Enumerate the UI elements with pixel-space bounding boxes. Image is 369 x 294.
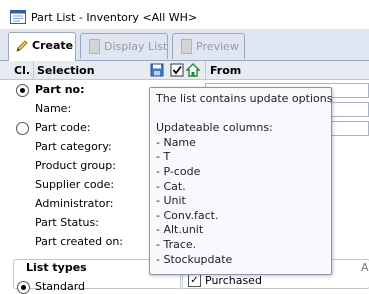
purchased-checkbox[interactable]: ✓ — [188, 274, 201, 287]
header-from: From — [210, 64, 242, 77]
tab-create-label: Create — [32, 39, 74, 52]
save-icon[interactable] — [150, 63, 164, 77]
tab-create[interactable]: Create — [8, 32, 76, 61]
tooltip-column-item: - Unit — [156, 194, 186, 208]
part-code-radio[interactable] — [16, 122, 29, 135]
tooltip-column-list: - Name - T - P-code - Cat. - Unit - Conv… — [156, 136, 325, 267]
header-selection: Selection — [37, 64, 95, 77]
preview-icon — [181, 39, 192, 54]
app-window-icon — [10, 10, 26, 24]
part-status-label: Part Status: — [35, 216, 99, 229]
tab-preview-label: Preview — [196, 40, 239, 53]
tooltip-column-item: - Trace. — [156, 237, 197, 251]
tooltip-column-item: - Conv.fact. — [156, 208, 219, 222]
part-no-radio[interactable] — [16, 84, 29, 97]
administrator-label: Administrator: — [35, 197, 114, 210]
update-options-tooltip: The list contains update options Updatea… — [149, 87, 332, 275]
supplier-code-label: Supplier code: — [35, 178, 115, 191]
pencil-icon — [15, 39, 29, 53]
tooltip-column-item: - Cat. — [156, 179, 186, 193]
part-list-window: Part List - Inventory <All WH> Create Di… — [0, 0, 369, 294]
checkbox-icon[interactable] — [170, 63, 184, 77]
header-separator — [205, 61, 206, 80]
header-cl: Cl. — [14, 64, 31, 77]
options-group-title: A — [361, 261, 369, 274]
name-label: Name: — [35, 102, 72, 115]
part-created-on-label: Part created on: — [35, 235, 124, 248]
tooltip-column-item: - Alt.unit — [156, 223, 204, 237]
tab-preview[interactable]: Preview — [172, 33, 245, 59]
tab-display-list[interactable]: Display List — [80, 33, 168, 59]
standard-radio[interactable] — [17, 281, 30, 294]
tooltip-column-item: - Name — [156, 135, 196, 149]
tooltip-column-item: - Stockupdate — [156, 252, 233, 266]
tooltip-intro: The list contains update options — [156, 92, 333, 105]
part-code-label: Part code: — [35, 121, 91, 134]
list-icon — [89, 39, 100, 54]
part-category-label: Part category: — [35, 140, 112, 153]
window-title: Part List - Inventory <All WH> — [31, 11, 198, 24]
list-types-title: List types — [24, 261, 89, 274]
tooltip-column-item: - P-code — [156, 164, 201, 178]
grid-header: Cl. Selection From — [0, 61, 369, 80]
tooltip-spacer — [156, 107, 325, 122]
header-separator — [33, 61, 34, 80]
purchased-label: Purchased — [205, 274, 262, 287]
tab-display-list-label: Display List — [104, 40, 168, 53]
house-icon[interactable] — [185, 63, 201, 77]
tooltip-column-item: - T — [156, 150, 171, 164]
tooltip-header: Updateable columns: — [156, 121, 273, 135]
tab-strip: Create Display List Preview — [0, 30, 369, 61]
product-group-label: Product group: — [35, 159, 116, 172]
part-no-label: Part no: — [35, 83, 85, 96]
title-bar: Part List - Inventory <All WH> — [0, 0, 369, 30]
standard-label: Standard — [35, 280, 86, 293]
